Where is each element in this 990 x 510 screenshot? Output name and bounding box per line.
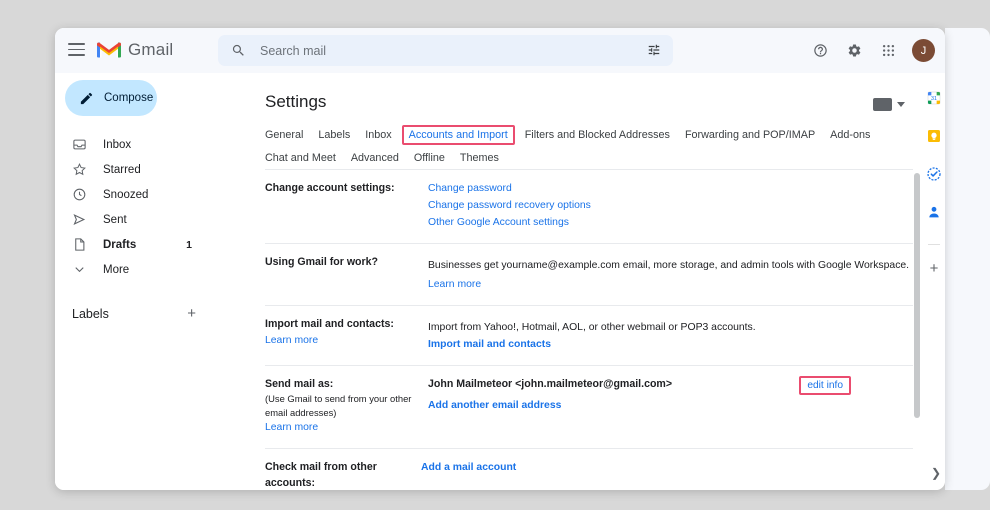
- edit-info-link[interactable]: edit info: [799, 375, 851, 395]
- row-label: Import mail and contacts:: [265, 318, 394, 331]
- clock-icon: [73, 188, 86, 201]
- sidebar-item-label: Inbox: [103, 138, 132, 151]
- settings-panel: Settings General Labels Inbox Accounts a…: [213, 73, 923, 490]
- display-density-icon: [873, 98, 892, 111]
- plus-icon[interactable]: +: [930, 261, 939, 276]
- sidebar-item-label: More: [103, 263, 130, 276]
- row-using-gmail-for-work: Using Gmail for work? Businesses get you…: [265, 242, 913, 306]
- sidebar-item-label: Sent: [103, 213, 127, 226]
- tab-themes[interactable]: Themes: [460, 151, 499, 165]
- sidebar-item-drafts[interactable]: Drafts 1: [55, 232, 201, 257]
- gmail-logo[interactable]: Gmail: [97, 40, 173, 60]
- top-bar: Gmail J: [55, 28, 945, 73]
- gmail-wordmark: Gmail: [128, 40, 174, 59]
- gmail-window: Gmail J: [55, 28, 945, 490]
- google-contacts-icon[interactable]: [926, 204, 942, 220]
- change-password-recovery-link[interactable]: Change password recovery options: [428, 198, 913, 215]
- sidebar-item-inbox[interactable]: Inbox: [55, 132, 201, 157]
- sidebar-item-more[interactable]: More: [55, 257, 201, 282]
- tab-accounts-and-import[interactable]: Accounts and Import: [401, 125, 515, 145]
- plus-icon[interactable]: +: [187, 306, 196, 321]
- rail-divider: [928, 244, 940, 245]
- search-input[interactable]: [258, 42, 592, 59]
- google-calendar-icon[interactable]: 31: [926, 90, 942, 106]
- tab-chat-and-meet[interactable]: Chat and Meet: [265, 151, 336, 165]
- hamburger-menu-icon[interactable]: [68, 43, 85, 56]
- search-icon: [232, 44, 244, 56]
- sidebar: Compose Inbox Starred Snoozed Sent Draft…: [55, 73, 213, 490]
- settings-content: Change account settings: Change password…: [265, 169, 913, 490]
- sidebar-item-label: Drafts: [103, 238, 137, 251]
- tab-offline[interactable]: Offline: [414, 151, 445, 165]
- gmail-for-work-text: Businesses get yourname@example.com emai…: [428, 259, 910, 271]
- gear-icon[interactable]: [840, 36, 869, 65]
- settings-tabs: General Labels Inbox Accounts and Import…: [265, 125, 895, 171]
- row-change-account-settings: Change account settings: Change password…: [265, 169, 913, 243]
- labels-label: Labels: [72, 306, 109, 321]
- learn-more-link[interactable]: Learn more: [265, 333, 420, 350]
- inbox-icon: [73, 139, 86, 150]
- help-circle-icon[interactable]: [806, 36, 835, 65]
- sidebar-item-count: 1: [186, 238, 192, 251]
- sidebar-item-label: Starred: [103, 163, 141, 176]
- sidebar-nav: Inbox Starred Snoozed Sent Drafts 1 More: [55, 132, 213, 282]
- chevron-right-icon[interactable]: ❯: [931, 466, 941, 480]
- row-sublabel: (Use Gmail to send from your other email…: [265, 393, 412, 419]
- tab-labels[interactable]: Labels: [318, 128, 350, 142]
- tab-inbox[interactable]: Inbox: [365, 128, 391, 142]
- labels-section-header[interactable]: Labels +: [72, 306, 196, 321]
- tab-filters-and-blocked-addresses[interactable]: Filters and Blocked Addresses: [525, 128, 670, 142]
- tab-general[interactable]: General: [265, 128, 303, 142]
- tune-filter-icon[interactable]: [647, 43, 661, 57]
- row-label: Check mail from other accounts:: [265, 461, 377, 489]
- row-label: Using Gmail for work?: [265, 255, 379, 268]
- google-tasks-icon[interactable]: [926, 166, 942, 182]
- sidebar-item-starred[interactable]: Starred: [55, 157, 201, 182]
- row-label: Send mail as:: [265, 377, 334, 390]
- side-rail: 31 + ❯: [923, 73, 945, 490]
- settings-scrollbar[interactable]: [914, 173, 920, 418]
- pencil-icon: [80, 92, 93, 104]
- display-density-button[interactable]: [873, 98, 905, 111]
- change-password-link[interactable]: Change password: [428, 181, 913, 198]
- add-another-email-address-link[interactable]: Add another email address: [428, 398, 913, 415]
- tab-forwarding-and-pop-imap[interactable]: Forwarding and POP/IMAP: [685, 128, 815, 142]
- avatar[interactable]: J: [912, 39, 935, 62]
- star-icon: [73, 163, 86, 176]
- send-icon: [73, 214, 86, 225]
- compose-button[interactable]: Compose: [65, 80, 157, 116]
- row-label: Change account settings:: [265, 182, 395, 194]
- topbar-actions: J: [806, 36, 935, 65]
- sidebar-item-sent[interactable]: Sent: [55, 207, 201, 232]
- right-rail-background: [945, 28, 990, 490]
- gmail-m-icon: [97, 42, 121, 58]
- page-title: Settings: [265, 92, 327, 111]
- import-mail-text: Import from Yahoo!, Hotmail, AOL, or oth…: [428, 322, 756, 334]
- compose-label: Compose: [104, 92, 154, 104]
- svg-text:31: 31: [931, 96, 937, 102]
- row-check-mail-from-other-accounts: Check mail from other accounts: Learn mo…: [265, 448, 913, 490]
- google-keep-icon[interactable]: [926, 128, 942, 144]
- tab-advanced[interactable]: Advanced: [351, 151, 399, 165]
- search-bar[interactable]: [218, 35, 673, 66]
- add-a-mail-account-link[interactable]: Add a mail account: [421, 460, 913, 477]
- chevron-down-icon: [75, 267, 84, 273]
- learn-more-link[interactable]: Learn more: [265, 420, 420, 437]
- apps-grid-icon[interactable]: [874, 36, 903, 65]
- sidebar-item-snoozed[interactable]: Snoozed: [55, 182, 201, 207]
- other-google-account-settings-link[interactable]: Other Google Account settings: [428, 215, 913, 232]
- draft-icon: [75, 238, 85, 251]
- learn-more-link[interactable]: Learn more: [428, 279, 481, 290]
- row-import-mail-and-contacts: Import mail and contacts: Learn more Imp…: [265, 305, 913, 365]
- row-send-mail-as: Send mail as: (Use Gmail to send from yo…: [265, 364, 913, 448]
- import-mail-and-contacts-link[interactable]: Import mail and contacts: [428, 337, 913, 354]
- sidebar-item-label: Snoozed: [103, 188, 149, 201]
- chevron-down-icon: [897, 102, 905, 107]
- tab-add-ons[interactable]: Add-ons: [830, 128, 870, 142]
